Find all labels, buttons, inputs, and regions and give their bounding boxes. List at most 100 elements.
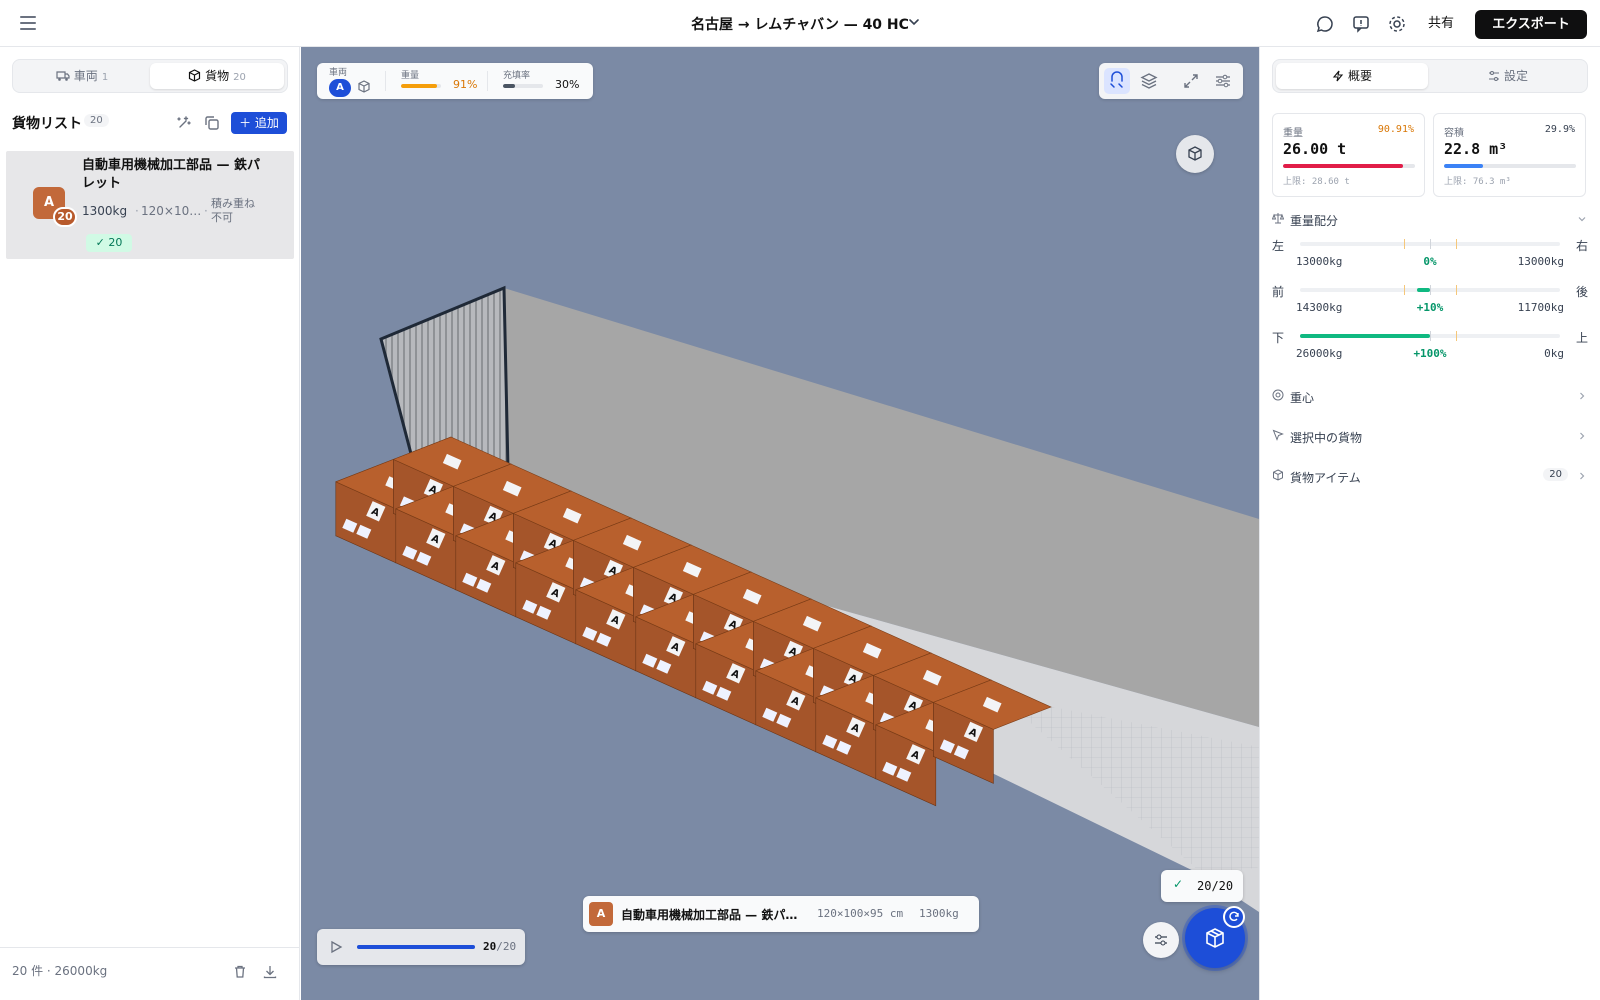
weight-card: 重量 90.91% 26.00 t 上限: 28.60 t — [1272, 113, 1425, 197]
expand-icon[interactable] — [1178, 68, 1204, 94]
dist-right-value: 13000kg — [1517, 255, 1564, 268]
cargo-list-title: 貨物リスト — [12, 116, 82, 132]
volume-card-bar-fill — [1444, 164, 1484, 168]
dist-bar — [1300, 331, 1560, 341]
tab-settings-label: 設定 — [1503, 69, 1528, 83]
cargo-items-title: 貨物アイテム — [1290, 471, 1361, 485]
sliders-icon[interactable] — [1210, 68, 1236, 94]
tab-cargo[interactable]: 貨物 20 — [150, 63, 284, 89]
placed-count-pill: ✓ 20/20 — [1161, 870, 1243, 902]
divider — [385, 71, 386, 91]
placed-count: 20/20 — [1197, 879, 1234, 893]
download-icon[interactable] — [262, 964, 278, 980]
weight-card-bar — [1283, 164, 1415, 168]
share-button[interactable]: 共有 — [1420, 12, 1462, 36]
center-of-gravity-title: 重心 — [1290, 391, 1315, 405]
dist-right-value: 11700kg — [1517, 301, 1564, 314]
plus-icon: ＋ — [239, 116, 255, 130]
dist-center-value: +100% — [1413, 347, 1447, 360]
cargo-summary: 20 件 · 26000kg — [12, 964, 108, 978]
weight-distribution-header[interactable]: 重量配分 — [1272, 210, 1588, 230]
dist-limit-tick — [1456, 239, 1457, 249]
chevron-right-icon — [1580, 472, 1585, 480]
cargo-footer: 20 件 · 26000kg — [0, 947, 300, 1000]
3d-viewport[interactable]: AAAAAAAAAAAAAAAAAAAA 車両 A 重量 91% 充填率 30%… — [301, 47, 1259, 1000]
dist-right-label: 右 — [1575, 239, 1588, 253]
trash-icon[interactable] — [232, 964, 248, 980]
volume-card: 容積 29.9% 22.8 m³ 上限: 76.3 m³ — [1433, 113, 1586, 197]
dist-fill — [1417, 288, 1430, 292]
volume-card-value: 22.8 m³ — [1444, 140, 1508, 158]
export-button[interactable]: エクスポート — [1475, 10, 1587, 39]
weight-distribution-title: 重量配分 — [1290, 214, 1339, 228]
menu-icon[interactable] — [20, 16, 36, 30]
vehicle-badge[interactable]: A — [329, 79, 351, 97]
dist-center-tick — [1430, 331, 1431, 341]
weight-percent: 91% — [453, 78, 478, 91]
volume-card-percent: 29.9% — [1544, 124, 1575, 135]
tab-settings[interactable]: 設定 — [1432, 63, 1584, 89]
cargo-stack-rule: 積み重ね不可 — [211, 197, 255, 224]
scale-icon — [1272, 213, 1284, 224]
playback-slider[interactable] — [357, 945, 475, 949]
comment-icon[interactable] — [1314, 13, 1336, 35]
fill-bar — [503, 84, 543, 88]
view-cube-button[interactable] — [1176, 135, 1214, 173]
distribution-row-vertical: 下 上 26000kg +100% 0kg — [1272, 329, 1588, 369]
tab-overview[interactable]: 概要 — [1276, 63, 1428, 89]
container-scene[interactable]: AAAAAAAAAAAAAAAAAAAA — [301, 47, 1259, 1000]
playback-bar: 20/20 — [317, 929, 525, 965]
weight-card-limit: 上限: 28.60 t — [1283, 177, 1350, 187]
filter-button[interactable] — [1143, 922, 1179, 958]
magnet-icon[interactable] — [1104, 68, 1130, 94]
copy-icon[interactable] — [202, 113, 222, 133]
check-icon: ✓ — [1173, 877, 1184, 891]
gear-icon[interactable] — [1386, 13, 1408, 35]
selected-cargo-header[interactable]: 選択中の貨物 — [1272, 427, 1588, 447]
fill-label: 充填率 — [503, 71, 531, 81]
center-of-gravity-header[interactable]: 重心 — [1272, 387, 1588, 407]
cargo-panel: 車両 1 貨物 20 貨物リスト 20 ＋ 追加 A 20 自動車用機械加工部品 —… — [0, 47, 300, 1000]
dist-bar — [1300, 285, 1560, 295]
selected-cargo-chip[interactable]: A 自動車用機械加工部品 — 鉄パレット 120×100×95 cm 1300k… — [583, 896, 979, 932]
summary-tabs: 概要 設定 — [1272, 59, 1588, 93]
check-icon: ✓ — [95, 236, 109, 249]
dist-fill — [1300, 334, 1430, 338]
weight-bar — [401, 84, 441, 88]
distribution-row-longitudinal: 前 後 14300kg +10% 11700kg — [1272, 283, 1588, 323]
chevron-right-icon — [1580, 432, 1585, 440]
divider — [487, 71, 488, 91]
tab-vehicles[interactable]: 車両 1 — [16, 63, 148, 89]
volume-card-bar — [1444, 164, 1576, 168]
tab-vehicles-count: 1 — [101, 72, 109, 83]
add-cargo-button[interactable]: ＋ 追加 — [231, 112, 287, 134]
fill-percent: 30% — [555, 78, 580, 91]
cube-icon[interactable] — [356, 79, 372, 95]
target-icon — [1272, 389, 1284, 401]
distribution-row-lateral: 左 右 13000kg 0% 13000kg — [1272, 237, 1588, 277]
dist-left-label: 下 — [1272, 331, 1285, 345]
cargo-dims: 120×100×95 cm — [817, 907, 904, 920]
cargo-weight: 1300kg — [919, 907, 959, 920]
summary-panel: 概要 設定 重量 90.91% 26.00 t 上限: 28.60 t 容積 2… — [1259, 47, 1600, 1000]
separator-dot: · — [135, 204, 139, 218]
refresh-button[interactable] — [1223, 906, 1245, 928]
weight-label: 重量 — [401, 71, 420, 81]
cargo-list-item[interactable]: A 20 自動車用機械加工部品 — 鉄パレット 1300kg · 120×100… — [6, 151, 294, 259]
dist-left-label: 前 — [1272, 285, 1285, 299]
cargo-dims: 120×100×95 cm — [141, 204, 203, 218]
playback-count: 20/20 — [483, 940, 516, 953]
box-icon — [1273, 469, 1283, 481]
layers-icon[interactable] — [1136, 68, 1162, 94]
feedback-icon[interactable] — [1350, 13, 1372, 35]
playback-total: /20 — [496, 940, 517, 953]
sparkle-icon[interactable] — [174, 113, 194, 133]
volume-card-label: 容積 — [1444, 128, 1464, 139]
top-bar: 名古屋 → レムチャバン — 40 HC 共有 エクスポート — [0, 0, 1600, 47]
separator-dot: · — [204, 204, 208, 218]
cargo-items-header[interactable]: 貨物アイテム 20 — [1272, 467, 1588, 487]
weight-card-percent: 90.91% — [1377, 124, 1414, 135]
play-icon[interactable] — [329, 940, 343, 954]
chevron-down-icon[interactable] — [904, 12, 924, 32]
cargo-quantity-badge: 20 — [53, 207, 77, 227]
